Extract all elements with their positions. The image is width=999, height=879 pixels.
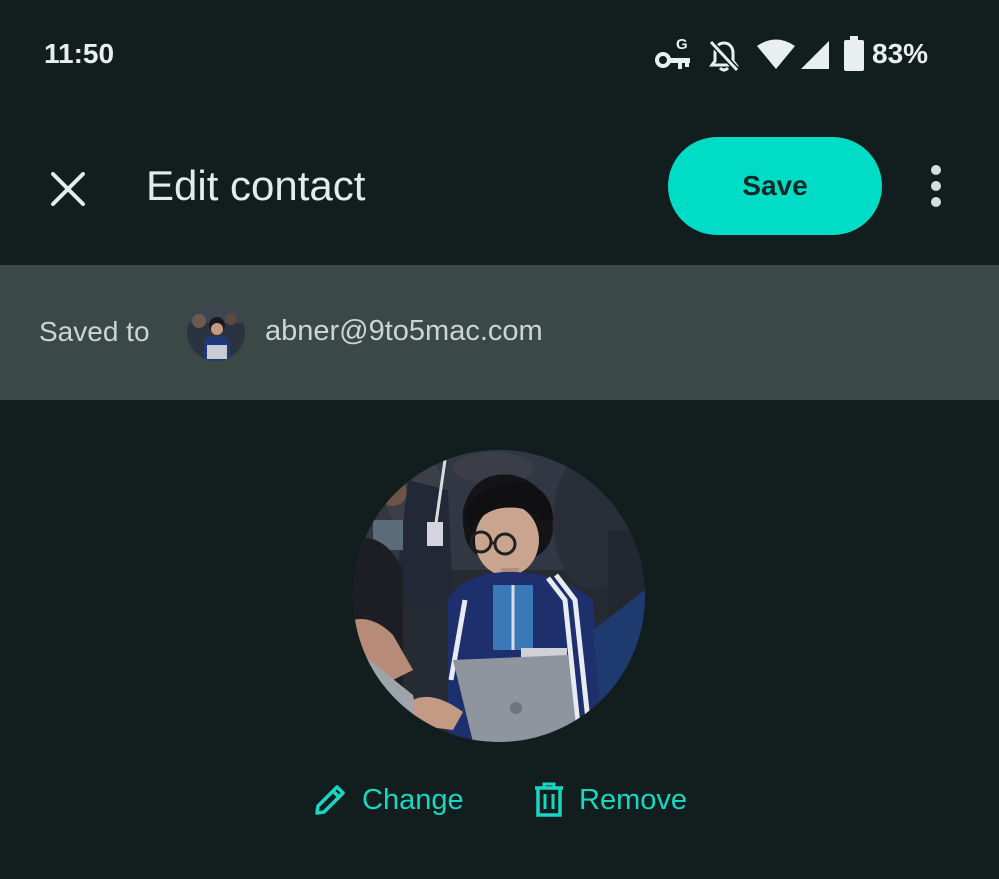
close-icon [51, 172, 85, 206]
top-app-bar: Edit contact Save [0, 110, 999, 265]
vpn-key-icon: G [655, 36, 690, 69]
status-bar: 11:50 G 83% [0, 0, 999, 110]
remove-photo-button[interactable]: Remove [533, 778, 687, 822]
photo-actions: Change Remove [0, 770, 999, 830]
cell-signal-icon [801, 41, 829, 69]
bell-off-icon [708, 39, 740, 73]
account-email: abner@9to5mac.com [265, 315, 543, 347]
account-avatar [187, 303, 245, 361]
saved-to-account-bar[interactable]: Saved to abner@9to5mac.com [0, 265, 999, 400]
close-button[interactable] [36, 157, 100, 221]
change-photo-button[interactable]: Change [312, 778, 464, 822]
page-title: Edit contact [146, 162, 366, 209]
saved-to-label: Saved to [39, 316, 150, 347]
trash-icon [535, 782, 563, 817]
svg-text:G: G [676, 36, 688, 53]
battery-percent: 83% [872, 38, 929, 69]
pencil-icon [315, 785, 345, 815]
change-label: Change [362, 783, 464, 816]
more-vert-icon [931, 165, 941, 207]
contact-photo[interactable] [353, 450, 645, 742]
status-time: 11:50 [44, 38, 115, 69]
remove-label: Remove [579, 783, 687, 816]
wifi-icon [757, 39, 795, 69]
battery-icon [844, 36, 864, 71]
more-options-button[interactable] [912, 160, 960, 212]
contact-photo-image [353, 450, 645, 742]
save-button[interactable]: Save [668, 137, 882, 235]
